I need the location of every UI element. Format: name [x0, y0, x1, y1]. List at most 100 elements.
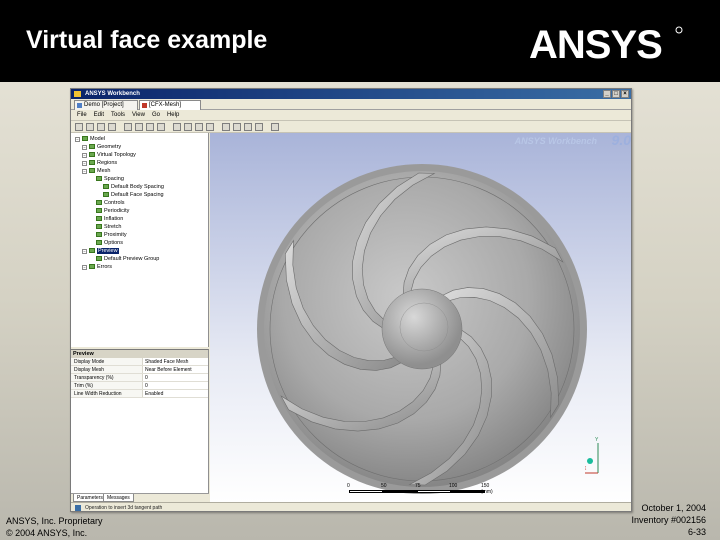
tab-messages[interactable]: Messages: [103, 494, 134, 502]
tree-item[interactable]: − Regions: [82, 159, 117, 167]
save-icon[interactable]: [97, 123, 105, 131]
tree-item[interactable]: Default Preview Group: [89, 255, 159, 263]
face-icon[interactable]: [206, 123, 214, 131]
status-bar: Operation to insert 3d tangent path: [71, 502, 631, 511]
zoom-icon[interactable]: [173, 123, 181, 131]
tree-item[interactable]: Spacing: [89, 175, 124, 183]
status-icon: [75, 505, 81, 511]
tab-parameters[interactable]: Parameters: [73, 494, 107, 502]
tree-item[interactable]: Default Face Spacing: [96, 191, 164, 199]
tree-item-label: Periodicity: [104, 208, 130, 214]
tree-item-label: Preview: [97, 248, 119, 254]
tree-item[interactable]: − Model: [75, 135, 105, 143]
detail-row[interactable]: Display Mode Shaded Face Mesh: [71, 358, 208, 366]
impeller-model[interactable]: [210, 133, 632, 502]
graphics-viewport[interactable]: ANSYS Workbench 9.0 0 50 75 100 150 (mm)…: [210, 133, 632, 502]
iso-icon[interactable]: [195, 123, 203, 131]
box-icon[interactable]: [255, 123, 263, 131]
details-header: Preview: [71, 350, 208, 358]
tree-item[interactable]: Controls: [89, 199, 124, 207]
ansys-logo: ANSYS: [529, 23, 683, 66]
panel-tabs: Parameters Messages: [71, 493, 209, 502]
tree-node-icon: [96, 232, 102, 237]
window-titlebar: ANSYS Workbench _ □ ×: [71, 89, 631, 99]
slide-header: Virtual face example ANSYS: [0, 0, 720, 82]
tree-node-icon: [82, 136, 88, 141]
menu-view[interactable]: View: [132, 110, 145, 120]
open-icon[interactable]: [86, 123, 94, 131]
document-tabbar: Demo [Project] [CFX-Mesh]: [71, 99, 631, 110]
app-window: ANSYS Workbench _ □ × Demo [Project] [CF…: [70, 88, 632, 512]
app-icon: [74, 91, 81, 97]
tree-item[interactable]: − Geometry: [82, 143, 121, 151]
detail-key: Trim (%): [71, 382, 143, 389]
expand-icon[interactable]: −: [82, 161, 87, 166]
detail-row[interactable]: Display Mesh Near Before Element: [71, 366, 208, 374]
help-icon[interactable]: [271, 123, 279, 131]
menu-help[interactable]: Help: [167, 110, 179, 120]
menu-tools[interactable]: Tools: [111, 110, 125, 120]
detail-value[interactable]: Near Before Element: [143, 366, 192, 373]
menu-file[interactable]: File: [77, 110, 87, 120]
rotate-icon[interactable]: [146, 123, 154, 131]
project-icon: [77, 103, 82, 108]
redo-icon[interactable]: [124, 123, 132, 131]
detail-row[interactable]: Trim (%) 0: [71, 382, 208, 390]
scale-tick: 50: [381, 483, 387, 489]
tree-node-icon: [96, 224, 102, 229]
scale-tick: 100: [449, 483, 458, 489]
new-icon[interactable]: [75, 123, 83, 131]
slide-title: Virtual face example: [26, 26, 268, 54]
select-icon[interactable]: [135, 123, 143, 131]
detail-value[interactable]: Enabled: [143, 390, 163, 397]
expand-icon[interactable]: −: [82, 265, 87, 270]
tree-item[interactable]: − Mesh: [82, 167, 110, 175]
tree-node-icon: [89, 248, 95, 253]
close-button[interactable]: ×: [621, 90, 629, 98]
fit-icon[interactable]: [184, 123, 192, 131]
maximize-button[interactable]: □: [612, 90, 620, 98]
tree-item[interactable]: Stretch: [89, 223, 121, 231]
expand-icon[interactable]: −: [75, 137, 80, 142]
tree-item-label: Default Body Spacing: [111, 184, 164, 190]
detail-value[interactable]: Shaded Face Mesh: [143, 358, 188, 365]
impeller-hub: [381, 288, 463, 370]
scale-segment: [383, 490, 417, 493]
minimize-button[interactable]: _: [603, 90, 611, 98]
tree-item[interactable]: Proximity: [89, 231, 127, 239]
edge-icon[interactable]: [222, 123, 230, 131]
scale-segment: [451, 490, 485, 493]
body-icon[interactable]: [244, 123, 252, 131]
detail-row[interactable]: Transparency (%) 0: [71, 374, 208, 382]
expand-icon[interactable]: −: [82, 249, 87, 254]
detail-key: Display Mode: [71, 358, 143, 365]
detail-row[interactable]: Line Width Reduction Enabled: [71, 390, 208, 398]
tree-item[interactable]: − Errors: [82, 263, 112, 271]
tree-item[interactable]: Default Body Spacing: [96, 183, 164, 191]
tree-item-label: Inflation: [104, 216, 124, 222]
tree-item[interactable]: Options: [89, 239, 123, 247]
menu-go[interactable]: Go: [152, 110, 160, 120]
undo-icon[interactable]: [108, 123, 116, 131]
footer-copyright: © 2004 ANSYS, Inc.: [6, 528, 88, 538]
tree-node-icon: [89, 168, 95, 173]
expand-icon[interactable]: −: [82, 169, 87, 174]
menu-edit[interactable]: Edit: [94, 110, 104, 120]
tree-item[interactable]: − Virtual Topology: [82, 151, 136, 159]
detail-key: Line Width Reduction: [71, 390, 143, 397]
tree-item[interactable]: Inflation: [89, 215, 123, 223]
detail-value[interactable]: 0: [143, 374, 148, 381]
tab-cfx-mesh[interactable]: [CFX-Mesh]: [139, 100, 201, 110]
vertex-icon[interactable]: [233, 123, 241, 131]
expand-icon[interactable]: −: [82, 153, 87, 158]
window-title: ANSYS Workbench: [85, 91, 140, 97]
detail-value[interactable]: 0: [143, 382, 148, 389]
expand-icon[interactable]: −: [82, 145, 87, 150]
triad-x-label: X: [585, 466, 587, 472]
pan-icon[interactable]: [157, 123, 165, 131]
tree-node-icon: [96, 208, 102, 213]
tree-item[interactable]: − Preview: [82, 247, 119, 255]
tree-item[interactable]: Periodicity: [89, 207, 129, 215]
tree-item-label: Stretch: [104, 224, 122, 230]
tab-project[interactable]: Demo [Project]: [74, 100, 138, 110]
